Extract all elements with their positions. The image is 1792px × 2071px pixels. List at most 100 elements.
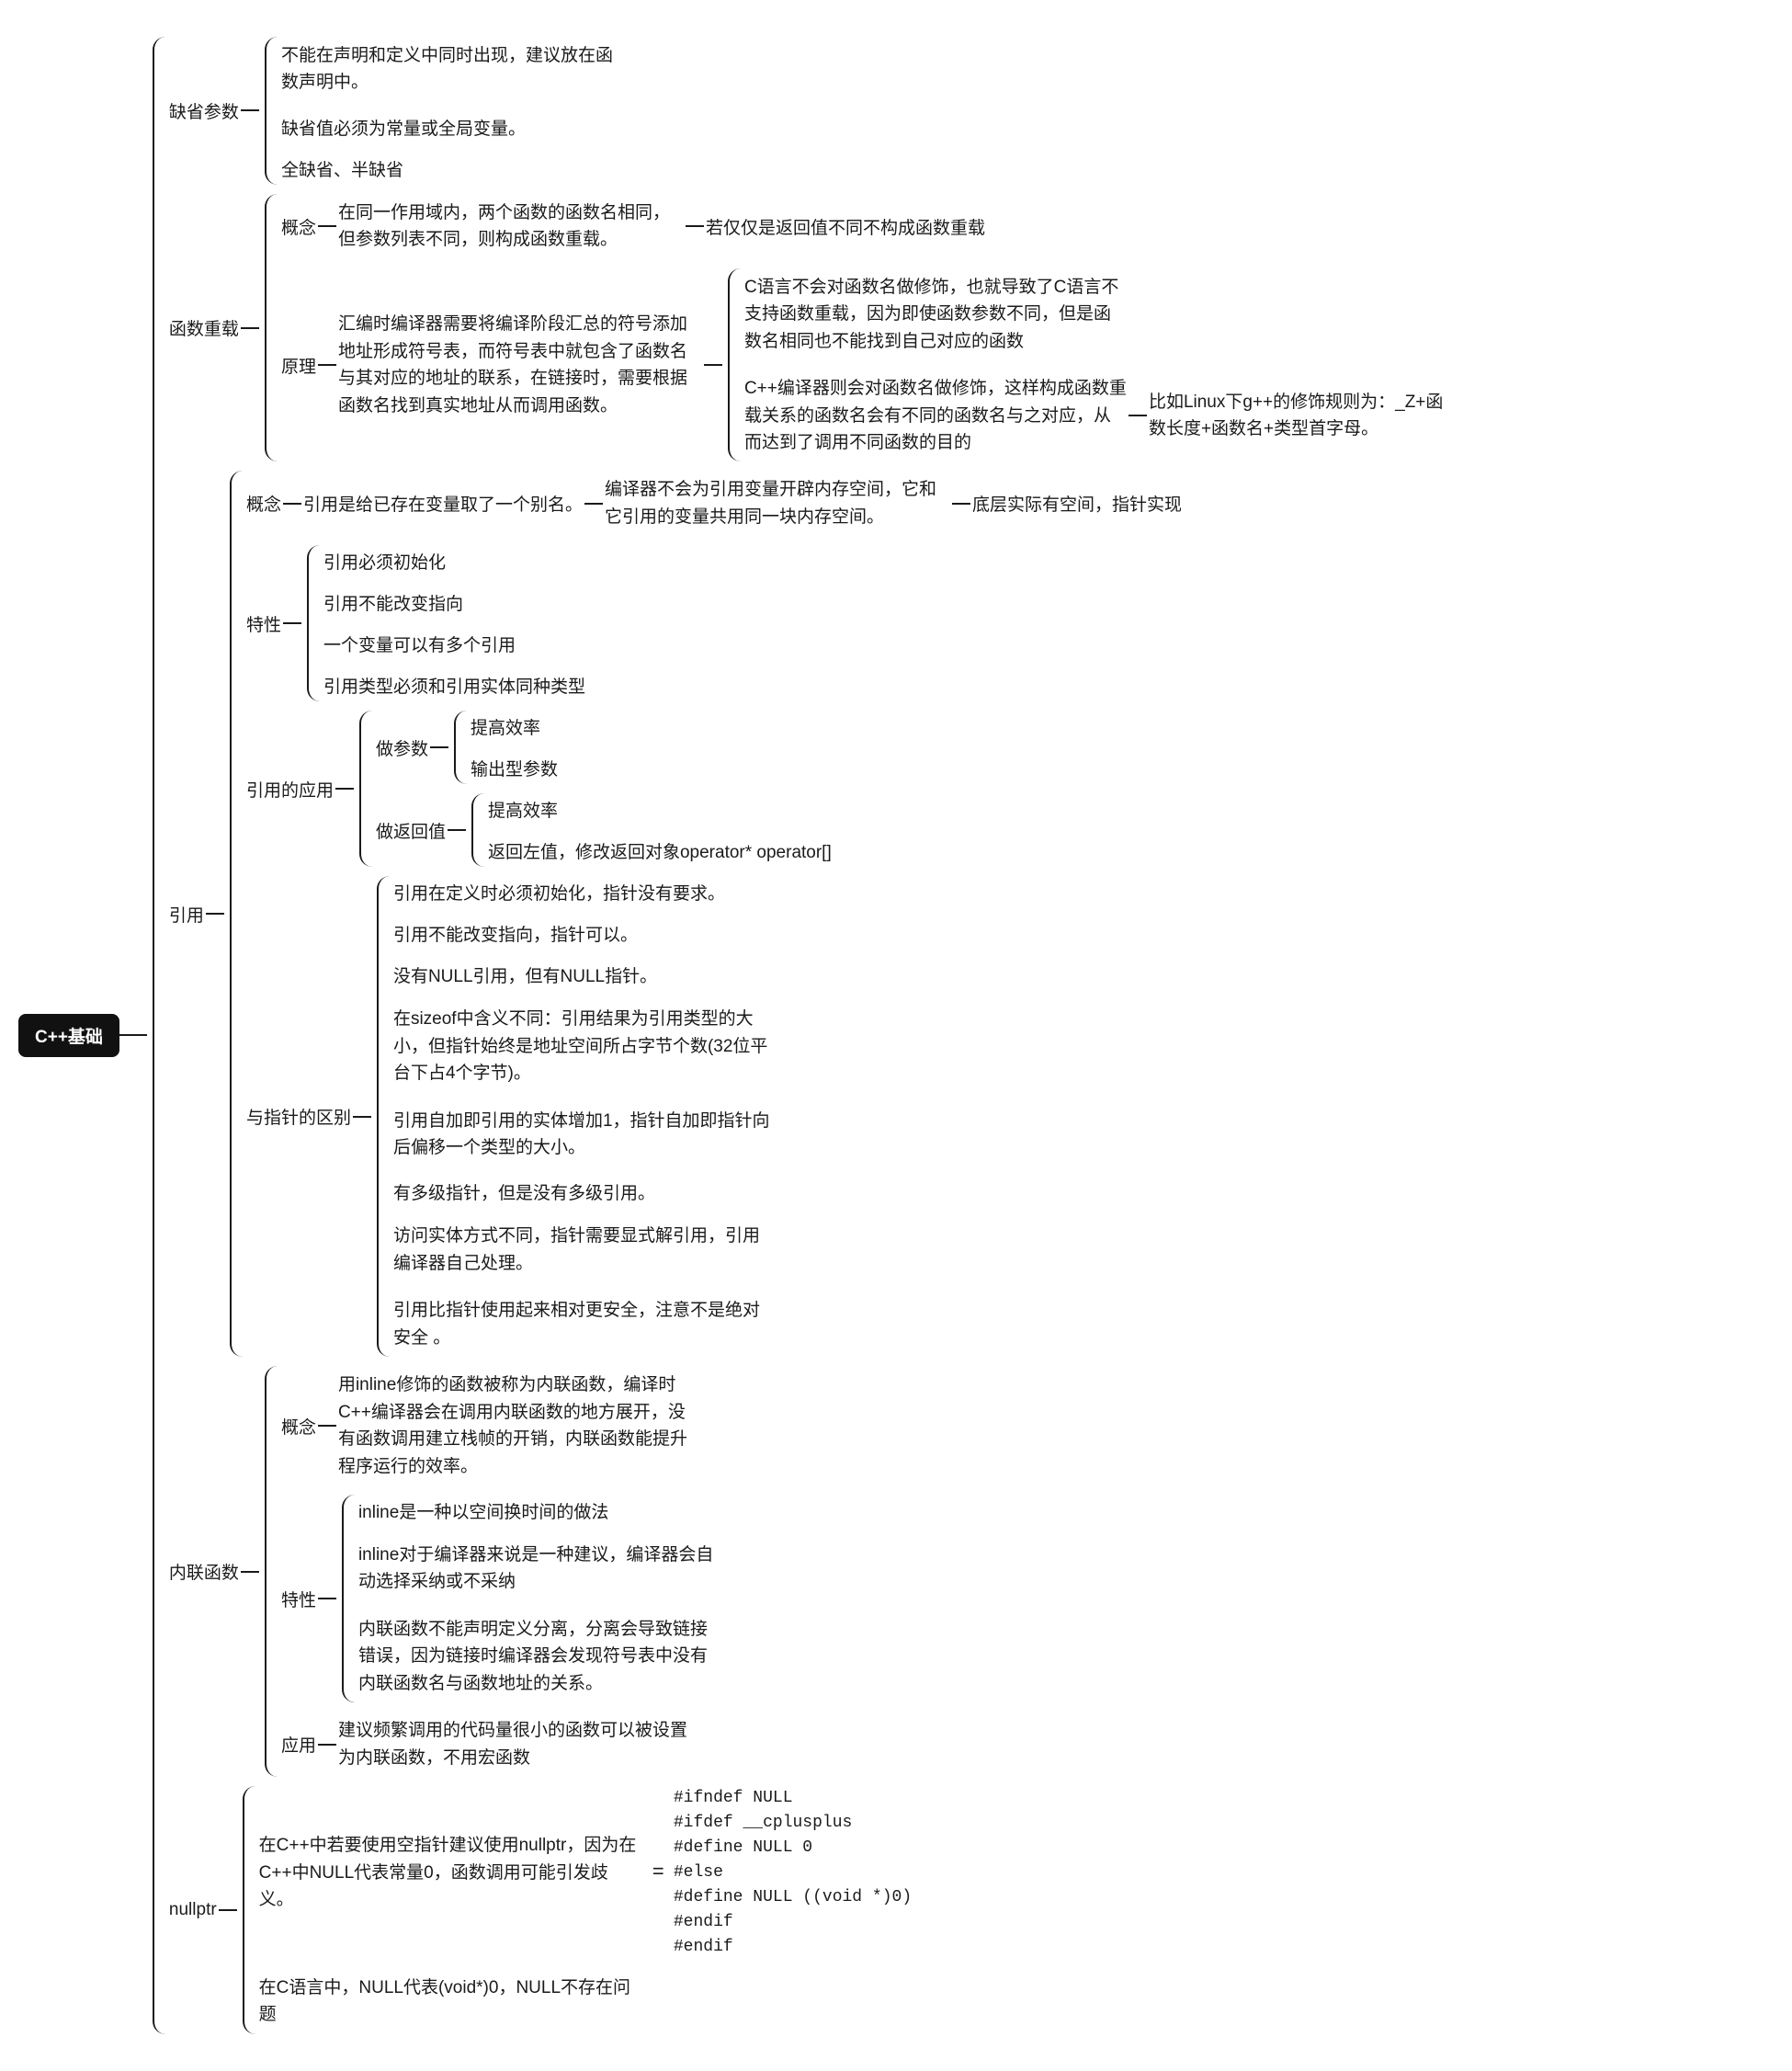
leaf: 访问实体方式不同，指针需要显式解引用，引用编译器自己处理。 — [391, 1217, 777, 1282]
leaf: 全缺省、半缺省 — [279, 153, 629, 185]
leaf: 在sizeof中含义不同：引用结果为引用类型的大小，但指针始终是地址空间所占字节… — [391, 1000, 777, 1092]
connector — [686, 225, 704, 227]
leaf: 引用自加即引用的实体增加1，指针自加即指针向后偏移一个类型的大小。 — [391, 1102, 777, 1167]
text: 用inline修饰的函数被称为内联函数，编译时C++编译器会在调用内联函数的地方… — [336, 1366, 704, 1485]
connector — [283, 503, 301, 505]
children: 引用必须初始化 引用不能改变指向 一个变量可以有多个引用 引用类型必须和引用实体… — [307, 545, 587, 701]
node-ol-yl: 原理 汇编时编译器需要将编译阶段汇总的符号添加地址形成符号表，而符号表中就包含了… — [279, 268, 1459, 462]
children: 在C++中若要使用空指针建议使用nullptr，因为在C++中NULL代表常量0… — [243, 1786, 912, 2034]
text: 不能在声明和定义中同时出现，建议放在函数声明中。 — [279, 37, 629, 102]
connector — [1129, 415, 1147, 416]
leaf: 有多级指针，但是没有多级引用。 — [391, 1176, 777, 1208]
text: C++编译器则会对函数名做修饰，这样构成函数重载关系的函数名会有不同的函数名与之… — [743, 370, 1129, 461]
text: 编译器不会为引用变量开辟内存空间，它和它引用的变量共用同一块内存空间。 — [603, 471, 952, 536]
children: 引用在定义时必须初始化，指针没有要求。 引用不能改变指向，指针可以。 没有NUL… — [377, 876, 777, 1357]
connector — [318, 1744, 336, 1746]
text: 内联函数不能声明定义分离，分离会导致链接错误，因为链接时编译器会发现符号表中没有… — [357, 1610, 724, 1702]
connector — [353, 1116, 371, 1118]
text: 底层实际有空间，指针实现 — [970, 487, 1184, 519]
text: 一个变量可以有多个引用 — [322, 628, 517, 660]
text: 在同一作用域内，两个函数的函数名相同，但参数列表不同，则构成函数重载。 — [336, 194, 686, 259]
label-ref: 引用 — [167, 898, 206, 930]
code-block: #ifndef NULL #ifdef __cplusplus #define … — [674, 1786, 912, 1960]
leaf: inline对于编译器来说是一种建议，编译器会自动选择采纳或不采纳 — [357, 1536, 724, 1601]
text: 全缺省、半缺省 — [279, 153, 405, 185]
text: C语言不会对函数名做修饰，也就导致了C语言不支持函数重载，因为即使函数参数不同，… — [743, 268, 1129, 360]
root-node: C++基础 — [18, 1014, 119, 1057]
connector — [584, 503, 603, 505]
connector — [219, 1909, 237, 1911]
text: inline是一种以空间换时间的做法 — [357, 1495, 610, 1527]
node-ol-gn: 概念 在同一作用域内，两个函数的函数名相同，但参数列表不同，则构成函数重载。 若… — [279, 194, 1459, 259]
node: 做返回值 提高效率 返回左值，修改返回对象operator* operator[… — [374, 793, 834, 867]
leaf: 不能在声明和定义中同时出现，建议放在函数声明中。 — [279, 37, 629, 102]
children: 概念 在同一作用域内，两个函数的函数名相同，但参数列表不同，则构成函数重载。 若… — [265, 194, 1459, 462]
leaf: 一个变量可以有多个引用 — [322, 628, 587, 660]
node: 做参数 提高效率 输出型参数 — [374, 711, 834, 784]
label-nullptr: nullptr — [167, 1896, 219, 1924]
node-ref-app: 引用的应用 做参数 提高效率 输出型参数 做返回值 — [244, 711, 1184, 867]
connector — [952, 503, 970, 505]
label: 特性 — [279, 1583, 318, 1615]
node: C++编译器则会对函数名做修饰，这样构成函数重载关系的函数名会有不同的函数名与之… — [743, 370, 1459, 461]
node-ref-tx: 特性 引用必须初始化 引用不能改变指向 一个变量可以有多个引用 引用类型必须和引… — [244, 545, 1184, 701]
connector — [335, 788, 354, 790]
level1-children: 缺省参数 不能在声明和定义中同时出现，建议放在函数声明中。 缺省值必须为常量或全… — [153, 37, 1459, 2034]
leaf: 返回左值，修改返回对象operator* operator[] — [486, 835, 834, 867]
label: 概念 — [279, 1410, 318, 1442]
node-ref-gn: 概念 引用是给已存在变量取了一个别名。 编译器不会为引用变量开辟内存空间，它和它… — [244, 471, 1184, 536]
node-nullptr: nullptr 在C++中若要使用空指针建议使用nullptr，因为在C++中N… — [167, 1786, 1459, 2034]
connector — [206, 913, 224, 915]
node-inl-gn: 概念 用inline修饰的函数被称为内联函数，编译时C++编译器会在调用内联函数… — [279, 1366, 724, 1485]
leaf: 引用不能改变指向，指针可以。 — [391, 917, 777, 950]
text: 引用是给已存在变量取了一个别名。 — [301, 487, 584, 519]
leaf: C语言不会对函数名做修饰，也就导致了C语言不支持函数重载，因为即使函数参数不同，… — [743, 268, 1459, 360]
mindmap: C++基础 缺省参数 不能在声明和定义中同时出现，建议放在函数声明中。 缺省值必… — [18, 37, 1774, 2034]
text: 提高效率 — [486, 793, 560, 825]
label: 引用的应用 — [244, 773, 335, 805]
leaf: inline是一种以空间换时间的做法 — [357, 1495, 724, 1527]
node-inl-app: 应用 建议频繁调用的代码量很小的函数可以被设置为内联函数，不用宏函数 — [279, 1712, 724, 1777]
leaf: 缺省值必须为常量或全局变量。 — [279, 111, 629, 143]
label: 原理 — [279, 349, 318, 381]
equals-symbol: = — [643, 1861, 674, 1884]
children: inline是一种以空间换时间的做法 inline对于编译器来说是一种建议，编译… — [342, 1495, 724, 1702]
text: 引用比指针使用起来相对更安全，注意不是绝对安全 。 — [391, 1292, 777, 1357]
node-qscs: 缺省参数 不能在声明和定义中同时出现，建议放在函数声明中。 缺省值必须为常量或全… — [167, 37, 1459, 185]
text: 在C语言中，NULL代表(void*)0，NULL不存在问题 — [257, 1969, 643, 2034]
text: 输出型参数 — [469, 752, 560, 784]
leaf: 没有NULL引用，但有NULL指针。 — [391, 959, 777, 991]
label: 做返回值 — [374, 814, 448, 847]
text: 引用必须初始化 — [322, 545, 448, 577]
connector — [430, 746, 448, 748]
leaf: 引用不能改变指向 — [322, 586, 587, 619]
text: 缺省值必须为常量或全局变量。 — [279, 111, 527, 143]
label: 特性 — [244, 608, 283, 640]
connector — [119, 1034, 147, 1036]
children: 不能在声明和定义中同时出现，建议放在函数声明中。 缺省值必须为常量或全局变量。 … — [265, 37, 629, 185]
children: 概念 引用是给已存在变量取了一个别名。 编译器不会为引用变量开辟内存空间，它和它… — [230, 471, 1184, 1357]
node-inl-tx: 特性 inline是一种以空间换时间的做法 inline对于编译器来说是一种建议… — [279, 1495, 724, 1702]
node: 在C++中若要使用空指针建议使用nullptr，因为在C++中NULL代表常量0… — [257, 1786, 912, 1960]
node-inline: 内联函数 概念 用inline修饰的函数被称为内联函数，编译时C++编译器会在调… — [167, 1366, 1459, 1777]
node-overload: 函数重载 概念 在同一作用域内，两个函数的函数名相同，但参数列表不同，则构成函数… — [167, 194, 1459, 462]
children: 做参数 提高效率 输出型参数 做返回值 提高效率 — [359, 711, 834, 867]
text: 引用不能改变指向，指针可以。 — [391, 917, 640, 950]
leaf: 引用类型必须和引用实体同种类型 — [322, 669, 587, 701]
text: inline对于编译器来说是一种建议，编译器会自动选择采纳或不采纳 — [357, 1536, 724, 1601]
connector — [448, 829, 466, 831]
text: 建议频繁调用的代码量很小的函数可以被设置为内联函数，不用宏函数 — [336, 1712, 704, 1777]
leaf: 提高效率 — [486, 793, 834, 825]
label: 做参数 — [374, 732, 430, 764]
leaf: 输出型参数 — [469, 752, 560, 784]
label: 概念 — [244, 487, 283, 519]
text: 有多级指针，但是没有多级引用。 — [391, 1176, 657, 1208]
text: 汇编时编译器需要将编译阶段汇总的符号添加地址形成符号表，而符号表中就包含了函数名… — [336, 305, 704, 425]
text: 提高效率 — [469, 711, 542, 743]
connector — [241, 327, 259, 329]
text: 在C++中若要使用空指针建议使用nullptr，因为在C++中NULL代表常量0… — [257, 1826, 643, 1918]
text: 引用自加即引用的实体增加1，指针自加即指针向后偏移一个类型的大小。 — [391, 1102, 777, 1167]
text: 访问实体方式不同，指针需要显式解引用，引用编译器自己处理。 — [391, 1217, 777, 1282]
label-overload: 函数重载 — [167, 312, 241, 344]
connector — [318, 1425, 336, 1427]
